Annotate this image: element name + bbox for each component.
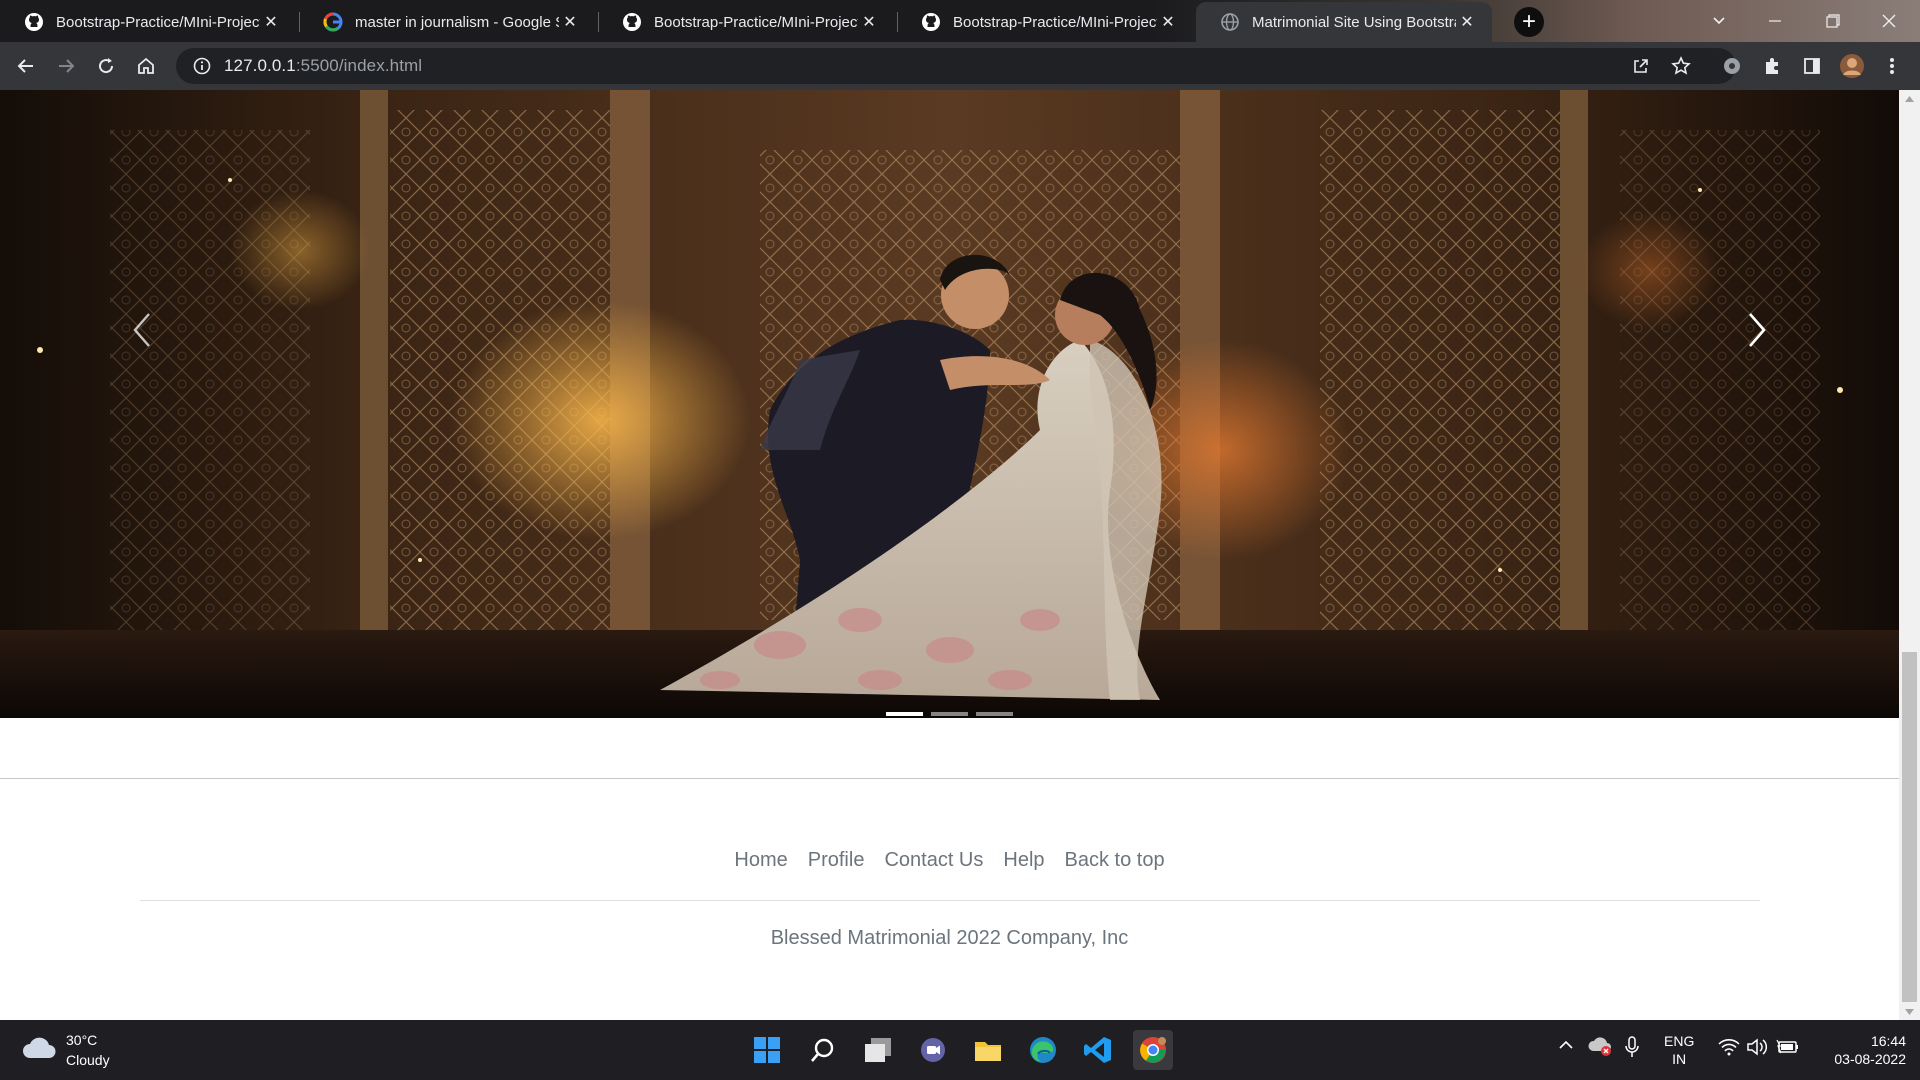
edge-icon[interactable]	[1023, 1030, 1063, 1070]
language-code: ENG	[1664, 1033, 1695, 1049]
image-carousel	[0, 90, 1899, 718]
browser-toolbar: 127.0.0.1:5500/index.html	[0, 42, 1920, 90]
carousel-prev-button[interactable]	[112, 290, 172, 370]
weather-widget[interactable]: 30°C Cloudy	[22, 1030, 110, 1070]
share-icon[interactable]	[1625, 50, 1657, 82]
tab-title: Bootstrap-Practice/MIni-Project_	[953, 13, 1157, 31]
browser-tab[interactable]: master in journalism - Google Se ✕	[299, 2, 595, 42]
footer-link-contact-us[interactable]: Contact Us	[874, 842, 993, 878]
weather-temperature: 30°C	[66, 1032, 98, 1048]
weather-description: Cloudy	[66, 1052, 110, 1068]
tab-search-chevron-icon[interactable]	[1696, 6, 1742, 36]
minimize-icon[interactable]	[1752, 6, 1798, 36]
tab-close-icon[interactable]: ✕	[858, 11, 880, 33]
carousel-next-button[interactable]	[1727, 290, 1787, 370]
footer-link-profile[interactable]: Profile	[798, 842, 875, 878]
onedrive-error-icon[interactable]	[1588, 1036, 1612, 1056]
region-code: IN	[1672, 1051, 1687, 1067]
github-icon	[24, 12, 44, 32]
globe-icon	[1220, 12, 1240, 32]
footer-rule	[140, 900, 1760, 901]
menu-kebab-icon[interactable]	[1876, 50, 1908, 82]
tab-title: master in journalism - Google Se	[355, 13, 559, 31]
window-close-icon[interactable]	[1866, 6, 1912, 36]
file-explorer-icon[interactable]	[968, 1030, 1008, 1070]
footer-link-back-to-top[interactable]: Back to top	[1055, 842, 1175, 878]
tab-close-icon[interactable]: ✕	[1456, 11, 1478, 33]
windows-start-icon[interactable]	[747, 1030, 787, 1070]
tab-title: Bootstrap-Practice/MIni-Project_	[56, 13, 260, 31]
side-panel-icon[interactable]	[1796, 50, 1828, 82]
github-icon	[921, 12, 941, 32]
footer-nav: Home Profile Contact Us Help Back to top	[0, 842, 1899, 878]
clock-date: 03-08-2022	[1834, 1051, 1906, 1067]
browser-tab-strip: Bootstrap-Practice/MIni-Project_ ✕ maste…	[0, 0, 1920, 42]
search-icon[interactable]	[803, 1030, 843, 1070]
google-icon	[323, 12, 343, 32]
forward-arrow-icon[interactable]	[50, 50, 82, 82]
battery-charging-icon[interactable]	[1776, 1038, 1800, 1056]
carousel-indicator-3[interactable]	[976, 712, 1013, 716]
tab-close-icon[interactable]: ✕	[559, 11, 581, 33]
bookmark-star-icon[interactable]	[1665, 50, 1697, 82]
url-path: :5500/index.html	[295, 56, 423, 75]
copyright-text: Blessed Matrimonial 2022 Company, Inc	[770, 927, 1129, 949]
carousel-indicator-1[interactable]	[886, 712, 923, 716]
teams-chat-icon[interactable]	[913, 1030, 953, 1070]
site-info-icon[interactable]	[192, 56, 212, 76]
github-icon	[622, 12, 642, 32]
footer-link-help[interactable]: Help	[993, 842, 1054, 878]
restore-icon[interactable]	[1810, 6, 1856, 36]
scroll-down-arrow-icon[interactable]	[1899, 1003, 1920, 1020]
url-text: 127.0.0.1:5500/index.html	[224, 56, 422, 76]
scroll-up-arrow-icon[interactable]	[1899, 90, 1920, 107]
tab-title: Matrimonial Site Using Bootstrap	[1252, 13, 1456, 31]
cloud-icon	[22, 1036, 56, 1065]
carousel-indicator-2[interactable]	[931, 712, 968, 716]
scrollbar-thumb[interactable]	[1902, 652, 1917, 1002]
extension-badge-icon[interactable]	[1716, 50, 1748, 82]
task-view-icon[interactable]	[858, 1030, 898, 1070]
footer-link-home[interactable]: Home	[724, 842, 797, 878]
tab-close-icon[interactable]: ✕	[260, 11, 282, 33]
vscode-icon[interactable]	[1078, 1030, 1118, 1070]
carousel-indicators	[0, 712, 1899, 716]
chrome-icon[interactable]	[1133, 1030, 1173, 1070]
language-indicator[interactable]: ENG IN	[1664, 1032, 1694, 1068]
reload-icon[interactable]	[90, 50, 122, 82]
volume-icon[interactable]	[1746, 1038, 1768, 1056]
page-scrollbar[interactable]	[1899, 90, 1920, 1020]
system-clock[interactable]: 16:44 03-08-2022	[1810, 1032, 1906, 1068]
back-arrow-icon[interactable]	[10, 50, 42, 82]
wedding-couple-photo	[0, 90, 1899, 718]
url-host: 127.0.0.1	[224, 56, 296, 75]
clock-time: 16:44	[1870, 1033, 1906, 1049]
page-viewport: Home Profile Contact Us Help Back to top…	[0, 90, 1920, 1020]
microphone-icon[interactable]	[1625, 1036, 1639, 1058]
new-tab-button[interactable]: +	[1514, 7, 1544, 37]
browser-tab-active[interactable]: Matrimonial Site Using Bootstrap ✕	[1196, 2, 1492, 42]
browser-tab[interactable]: Bootstrap-Practice/MIni-Project_ ✕	[0, 2, 296, 42]
home-icon[interactable]	[130, 50, 162, 82]
chevron-left-icon	[133, 313, 150, 347]
tab-close-icon[interactable]: ✕	[1157, 11, 1179, 33]
profile-avatar[interactable]	[1836, 50, 1868, 82]
tab-title: Bootstrap-Practice/MIni-Project_	[654, 13, 858, 31]
tray-chevron-up-icon[interactable]	[1558, 1040, 1574, 1050]
address-bar[interactable]: 127.0.0.1:5500/index.html	[176, 48, 1736, 84]
browser-tab[interactable]: Bootstrap-Practice/MIni-Project_ ✕	[897, 2, 1193, 42]
extensions-puzzle-icon[interactable]	[1756, 50, 1788, 82]
wifi-icon[interactable]	[1718, 1038, 1740, 1056]
windows-taskbar: 30°C Cloudy ENG IN 16:44 03-08-2022	[0, 1020, 1920, 1080]
footer-divider	[0, 778, 1899, 779]
browser-tab[interactable]: Bootstrap-Practice/MIni-Project_ ✕	[598, 2, 894, 42]
chevron-right-icon	[1749, 313, 1766, 347]
